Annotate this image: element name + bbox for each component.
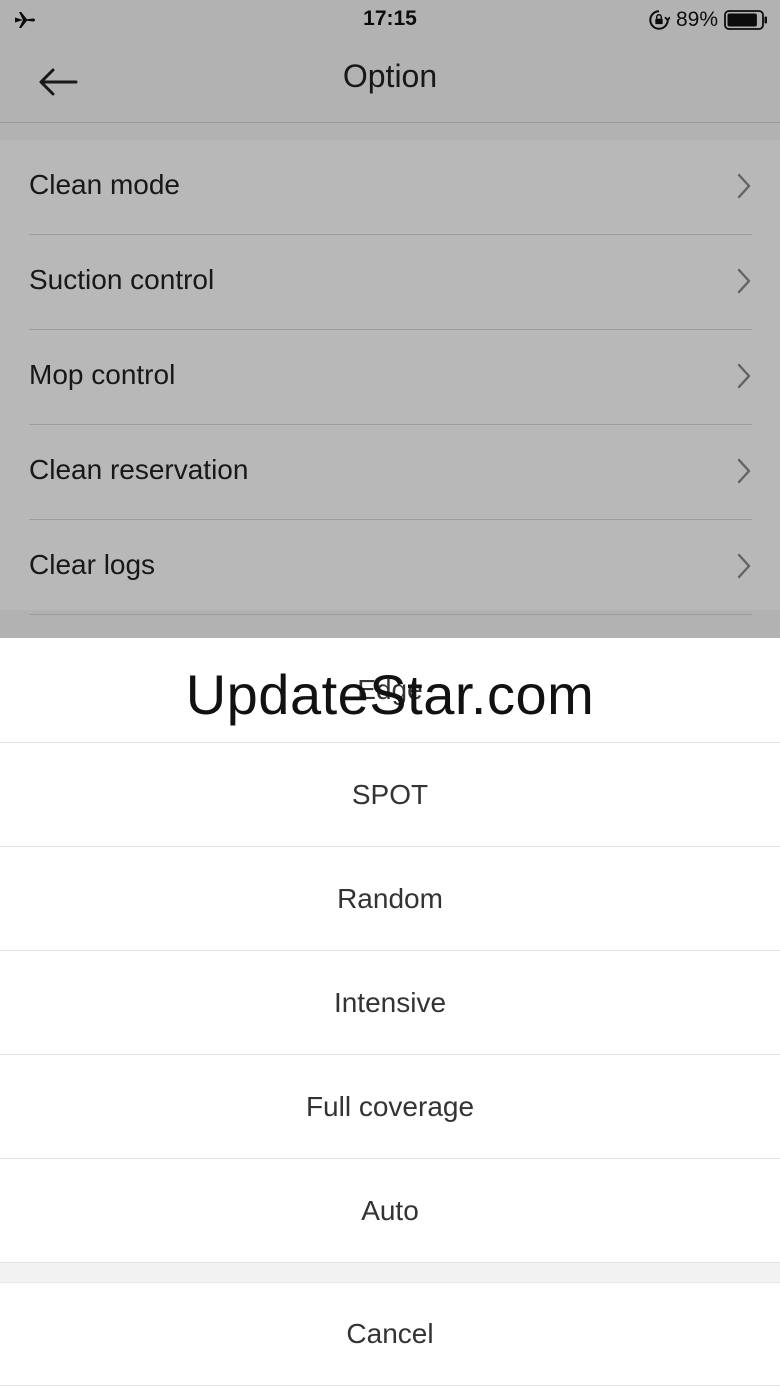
option-edge[interactable]: Edge <box>0 638 780 743</box>
sheet-divider <box>0 1263 780 1283</box>
option-intensive[interactable]: Intensive <box>0 951 780 1055</box>
modal-backdrop[interactable] <box>0 0 780 640</box>
option-random[interactable]: Random <box>0 847 780 951</box>
option-full-coverage[interactable]: Full coverage <box>0 1055 780 1159</box>
clean-mode-action-sheet: Edge SPOT Random Intensive Full coverage… <box>0 638 780 1387</box>
option-auto[interactable]: Auto <box>0 1159 780 1263</box>
cancel-button[interactable]: Cancel <box>0 1283 780 1386</box>
option-spot[interactable]: SPOT <box>0 743 780 847</box>
